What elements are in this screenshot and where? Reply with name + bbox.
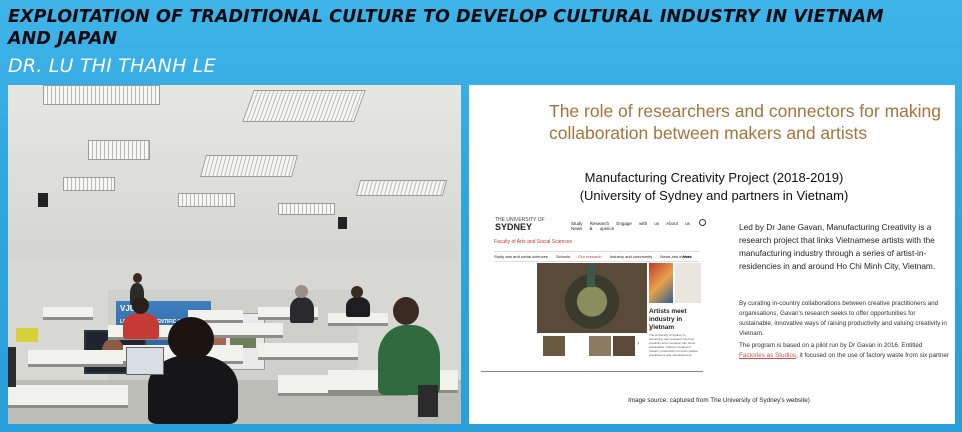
search-icon <box>699 219 706 226</box>
head <box>351 286 363 298</box>
slide-title: EXPLOITATION OF TRADITIONAL CULTURE TO D… <box>8 7 884 49</box>
ceiling-light <box>88 140 150 160</box>
chevron-right-icon: › <box>637 340 640 347</box>
factories-as-studios-link: Factories as Studios <box>739 352 797 359</box>
paragraph-3-before: The program is based on a pilot run by D… <box>739 342 923 349</box>
attendee <box>123 313 159 339</box>
laptop <box>126 347 164 375</box>
project-title: Manufacturing Creativity Project (2018-2… <box>584 170 844 185</box>
menu-more: More <box>682 254 692 259</box>
desk <box>8 385 128 408</box>
speaker <box>338 217 347 229</box>
ceiling-light <box>43 85 160 105</box>
chair <box>8 347 16 387</box>
menu-study: Study arts and social sciences <box>494 254 548 259</box>
nav-engage: Engage with us <box>616 221 660 226</box>
ceiling-light <box>200 155 298 177</box>
desk <box>208 323 283 338</box>
feature-text: The University of Sydney is pioneering n… <box>649 333 698 357</box>
desk <box>28 350 128 367</box>
university-website-screenshot: THE UNIVERSITY OF SYDNEY Study Research … <box>481 213 706 372</box>
logo-big-text: SYDNEY <box>495 222 533 232</box>
ceiling-light <box>355 180 448 196</box>
ceiling-light <box>242 90 366 122</box>
ceiling-light <box>63 177 115 191</box>
paragraph-1: Led by Dr Jane Gavan, Manufacturing Crea… <box>739 222 936 271</box>
paragraph-3-after: , it focused on the use of factory waste… <box>796 352 950 359</box>
head <box>132 297 149 314</box>
paragraph-3: The program is based on a pilot run by D… <box>739 341 949 361</box>
vase-image <box>537 263 647 333</box>
desk <box>258 343 358 360</box>
attendee <box>346 297 370 317</box>
speaker <box>38 193 48 207</box>
menu-schools: Schools <box>555 254 571 259</box>
head <box>168 317 214 361</box>
feature-title: Artists meet industry in Vietnam <box>649 308 687 331</box>
faculty-label: Faculty of Arts and Social Sciences <box>494 239 573 245</box>
presentation-slide: The role of researchers and connectors f… <box>469 85 955 424</box>
desk <box>43 307 93 320</box>
website-submenu: Study arts and social sciences Schools O… <box>494 251 699 262</box>
ceiling-light <box>178 193 235 207</box>
bag <box>16 328 38 342</box>
head <box>295 285 308 298</box>
chair <box>418 385 438 417</box>
sydney-logo: THE UNIVERSITY OF SYDNEY <box>495 217 545 232</box>
website-nav: Study Research Engage with us About us N… <box>571 221 703 231</box>
menu-our-research: Our research <box>578 254 602 259</box>
head <box>133 273 142 283</box>
gallery-thumbnails <box>537 336 647 358</box>
chevron-left-icon: ‹ <box>547 340 550 347</box>
menu-industry: Industry and community <box>609 254 653 259</box>
attendee <box>290 297 314 323</box>
project-subtitle: Manufacturing Creativity Project (2018-2… <box>564 169 864 205</box>
head <box>393 297 419 325</box>
project-partners: (University of Sydney and partners in Vi… <box>579 188 849 203</box>
author-name: DR. LU THI THANH LE <box>8 55 216 77</box>
slide-heading: The role of researchers and connectors f… <box>549 101 941 143</box>
ceiling-light <box>278 203 335 215</box>
paragraph-2: By curating in-country collaborations be… <box>739 300 947 337</box>
nav-news: News & opinion <box>571 226 615 231</box>
nav-about: About us <box>666 221 690 226</box>
classroom-photo: VJU LECTURER SCIENTIFIC C... VNU - VIETN… <box>8 85 461 424</box>
image-source-caption: Image source: captured from The Universi… <box>628 397 810 404</box>
